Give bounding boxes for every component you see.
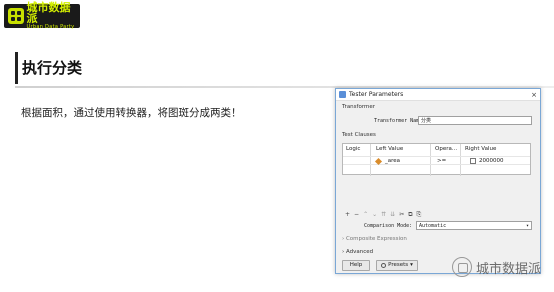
attribute-icon: [374, 157, 383, 166]
presets-button[interactable]: Presets ▾: [376, 260, 418, 271]
chevron-right-icon: ›: [342, 249, 345, 255]
help-button[interactable]: Help: [342, 260, 370, 271]
clause-toolbar: + − ⌃ ⌄ ⇈ ⇊ ✂ ⧉ ⎘: [345, 211, 421, 219]
operator-cell[interactable]: >=: [437, 158, 446, 164]
comparison-mode-value: Automatic: [419, 223, 447, 229]
comparison-mode-select[interactable]: Automatic ▾: [416, 221, 532, 230]
watermark-text: 城市数据派: [476, 261, 542, 277]
test-clauses-table: Logic Left Value Opera... Right Value _a…: [342, 143, 531, 176]
chevron-right-icon: ›: [342, 236, 345, 242]
column-header-right-value[interactable]: Right Value: [465, 146, 496, 152]
left-value-cell[interactable]: _area: [385, 158, 400, 164]
comparison-mode-label: Comparison Mode:: [364, 223, 413, 229]
brand-logo: 城市数据派 Urban Data Party: [4, 1, 80, 30]
logo-subtitle: Urban Data Party: [26, 24, 75, 30]
chevron-down-icon: ▾: [410, 262, 413, 268]
column-header-operator[interactable]: Opera...: [435, 146, 457, 152]
transformer-section-label: Transformer: [342, 104, 376, 110]
right-value-cell[interactable]: 2000000: [479, 158, 504, 164]
watermark: 城市数据派: [452, 257, 541, 277]
column-header-logic[interactable]: Logic: [346, 146, 360, 152]
paste-icon[interactable]: ⎘: [417, 211, 422, 219]
tester-parameters-dialog: Tester Parameters × Transformer Transfor…: [335, 88, 541, 274]
move-bottom-icon[interactable]: ⇊: [390, 211, 395, 219]
move-up-icon[interactable]: ⌃: [363, 211, 368, 219]
dialog-title: Tester Parameters: [349, 91, 404, 98]
column-header-left-value[interactable]: Left Value: [376, 146, 403, 152]
slide-title: 执行分类: [22, 59, 83, 77]
composite-expression-label: Composite Expression: [345, 236, 407, 242]
wechat-icon: [452, 257, 472, 277]
chevron-down-icon: ▾: [525, 223, 529, 229]
test-clauses-section-label: Test Clauses: [342, 132, 376, 138]
presets-icon: [381, 263, 387, 268]
logo-title: 城市数据派: [26, 1, 71, 25]
copy-icon[interactable]: ⧉: [408, 211, 412, 219]
slide-body-text: 根据面积，通过使用转换器，将图斑分成两类！: [21, 107, 242, 119]
advanced-toggle[interactable]: › Advanced: [342, 249, 373, 255]
logo-icon: [8, 8, 24, 24]
title-accent-bar: [15, 52, 18, 84]
presets-label: Presets: [388, 262, 409, 268]
number-icon: [470, 158, 476, 164]
dialog-titlebar[interactable]: Tester Parameters ×: [336, 89, 540, 101]
close-icon[interactable]: ×: [528, 91, 540, 99]
advanced-label: Advanced: [345, 249, 374, 255]
move-down-icon[interactable]: ⌄: [372, 211, 377, 219]
move-top-icon[interactable]: ⇈: [381, 211, 386, 219]
composite-expression-toggle[interactable]: › Composite Expression: [342, 236, 407, 242]
table-row[interactable]: _area >= 2000000: [343, 156, 530, 166]
add-icon[interactable]: +: [345, 211, 350, 219]
transformer-name-input[interactable]: 分类: [418, 116, 532, 125]
app-icon: [339, 91, 346, 98]
remove-icon[interactable]: −: [354, 211, 359, 219]
cut-icon[interactable]: ✂: [399, 211, 404, 219]
